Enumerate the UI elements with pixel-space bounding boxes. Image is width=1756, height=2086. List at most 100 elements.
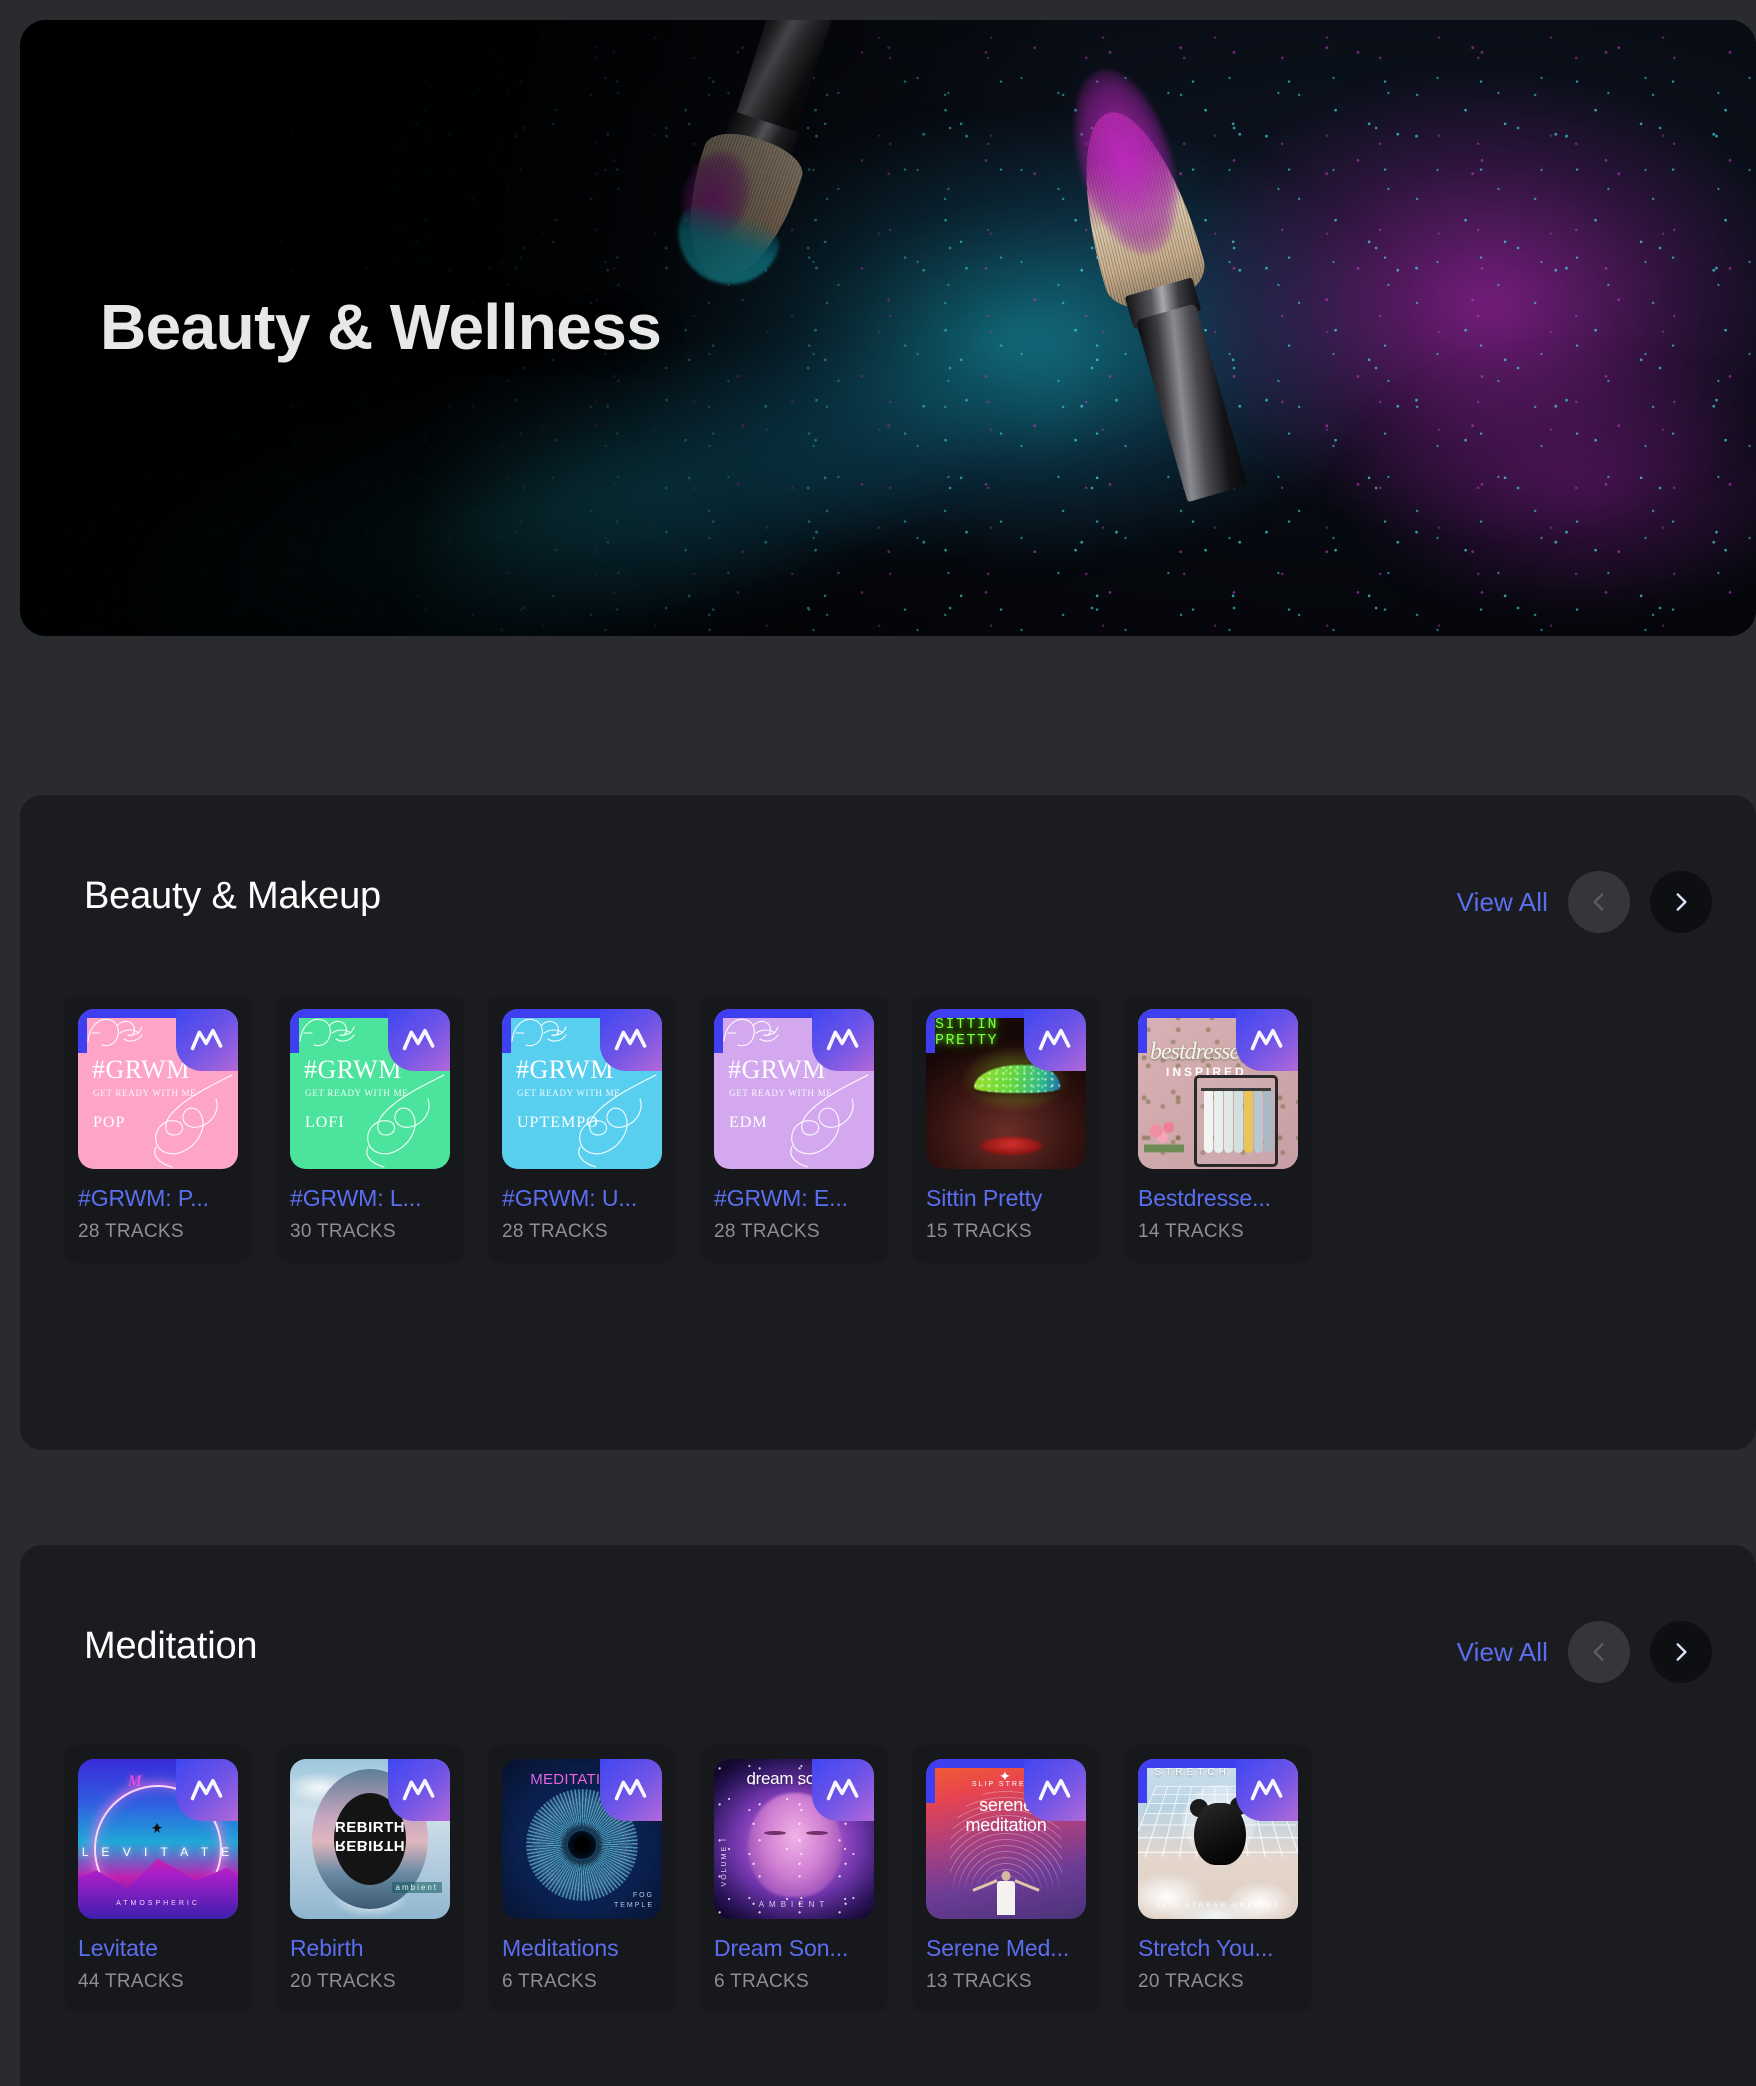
section-title: Beauty & Makeup xyxy=(84,875,381,917)
brand-logo-badge xyxy=(1236,1009,1298,1071)
musicbed-m-logo-icon xyxy=(1250,1778,1283,1801)
playlist-title: #GRWM: U... xyxy=(502,1185,638,1211)
section-beauty-makeup: Beauty & Makeup View All #GRWM GET READY … xyxy=(20,795,1756,1450)
playlist-title: Meditations xyxy=(502,1935,619,1961)
playlist-title: #GRWM: E... xyxy=(714,1185,848,1211)
playlist-title: Rebirth xyxy=(290,1935,364,1961)
page-root: Beauty & Wellness Beauty & Makeup View A… xyxy=(0,0,1756,2086)
hero-title: Beauty & Wellness xyxy=(100,291,662,363)
playlist-title: Stretch You... xyxy=(1138,1935,1274,1961)
musicbed-m-logo-icon xyxy=(614,1028,647,1051)
art-genre: POP xyxy=(93,1114,126,1131)
playlist-thumbnail[interactable]: STRETCH YOUR SLIP STREAM AMBIENT xyxy=(1138,1759,1298,1919)
playlist-track-count: 44 TRACKS xyxy=(78,1971,184,1992)
playlist-track-count: 28 TRACKS xyxy=(502,1221,608,1242)
playlist-card[interactable]: ML E V I T A T E ATMOSPHERIC Levitate 44 TR… xyxy=(64,1745,252,2013)
playlist-card[interactable]: STRETCH YOUR SLIP STREAM AMBIENT Stretch Y… xyxy=(1124,1745,1312,2013)
playlist-card[interactable]: #GRWM GET READY WITH ME LOFI #GRWM: L... 30 … xyxy=(276,995,464,1263)
playlist-track-count: 28 TRACKS xyxy=(78,1221,184,1242)
playlist-track-count: 14 TRACKS xyxy=(1138,1221,1244,1242)
art-title: SITTIN PRETTY xyxy=(935,1016,999,1049)
playlist-card[interactable]: bestdressed INSPIRED Bestdresse... 14 TRACK… xyxy=(1124,995,1312,1263)
art-subtitle: GET READY WITH ME xyxy=(517,1088,621,1098)
section-meditation: Meditation View All ML E V I T A T E ATMO… xyxy=(20,1545,1756,2086)
playlist-thumbnail[interactable]: #GRWM GET READY WITH ME EDM xyxy=(714,1009,874,1169)
playlist-card[interactable]: REBIRTH REBIRTH ambient Rebirth 20 TRACKS xyxy=(276,1745,464,2013)
card-carousel[interactable]: ML E V I T A T E ATMOSPHERIC Levitate 44 TR… xyxy=(20,1745,1756,2013)
playlist-track-count: 6 TRACKS xyxy=(502,1971,597,1992)
playlist-title: Serene Med... xyxy=(926,1935,1070,1961)
playlist-card[interactable]: #GRWM GET READY WITH ME EDM #GRWM: E... 28 T… xyxy=(700,995,888,1263)
art-title: #GRWM xyxy=(304,1055,402,1084)
art-genre: LOFI xyxy=(305,1114,345,1131)
chevron-right-icon xyxy=(1676,1643,1687,1661)
carousel-prev-button[interactable] xyxy=(1568,871,1630,933)
playlist-thumbnail[interactable]: ML E V I T A T E ATMOSPHERIC xyxy=(78,1759,238,1919)
playlist-title: Levitate xyxy=(78,1935,158,1961)
playlist-card[interactable]: #GRWM GET READY WITH ME POP #GRWM: P... 28 T… xyxy=(64,995,252,1263)
playlist-thumbnail[interactable]: dream songs VOLUME I AMBIENT xyxy=(714,1759,874,1919)
playlist-card[interactable]: dream songs VOLUME I AMBIENT Dream Son... 6 … xyxy=(700,1745,888,2013)
playlist-thumbnail[interactable]: bestdressed INSPIRED xyxy=(1138,1009,1298,1169)
brand-logo-badge xyxy=(1024,1009,1086,1071)
playlist-thumbnail[interactable]: MEDITATIONS FOG TEMPLE xyxy=(502,1759,662,1919)
playlist-title: Bestdresse... xyxy=(1138,1185,1271,1211)
playlist-thumbnail[interactable]: REBIRTH REBIRTH ambient xyxy=(290,1759,450,1919)
card-carousel[interactable]: #GRWM GET READY WITH ME POP #GRWM: P... 28 T… xyxy=(20,995,1756,1263)
carousel-next-button[interactable] xyxy=(1650,1621,1712,1683)
brand-logo-badge xyxy=(176,1009,238,1071)
musicbed-m-logo-icon xyxy=(1038,1028,1071,1051)
view-all-link[interactable]: View All xyxy=(1457,887,1548,918)
playlist-track-count: 6 TRACKS xyxy=(714,1971,809,1992)
playlist-thumbnail[interactable]: #GRWM GET READY WITH ME LOFI xyxy=(290,1009,450,1169)
carousel-next-button[interactable] xyxy=(1650,871,1712,933)
art-title: #GRWM xyxy=(516,1055,614,1084)
playlist-track-count: 20 TRACKS xyxy=(290,1971,396,1992)
playlist-card[interactable]: ✦ SLIP STREAM serene meditation Serene Med..… xyxy=(912,1745,1100,2013)
line-drawing-swirl-icon xyxy=(154,1074,233,1168)
art-subtitle: GET READY WITH ME xyxy=(729,1088,833,1098)
art-genre: AMBIENT xyxy=(758,1900,830,1909)
brand-logo-badge xyxy=(1024,1759,1086,1821)
playlist-thumbnail[interactable]: #GRWM GET READY WITH ME UPTEMPO xyxy=(502,1009,662,1169)
chevron-left-icon xyxy=(1593,893,1604,911)
playlist-card[interactable]: SITTIN PRETTY Sittin Pretty 15 TRACKS xyxy=(912,995,1100,1263)
section-controls: View All xyxy=(1457,871,1712,933)
art-subtitle: GET READY WITH ME xyxy=(93,1088,197,1098)
section-title: Meditation xyxy=(84,1625,258,1667)
playlist-track-count: 28 TRACKS xyxy=(714,1221,820,1242)
musicbed-m-logo-icon xyxy=(1038,1778,1071,1801)
playlist-card[interactable]: MEDITATIONS FOG TEMPLE Meditations 6 TRACKS xyxy=(488,1745,676,2013)
art-title: REBIRTH xyxy=(334,1819,406,1836)
line-drawing-swirl-icon xyxy=(366,1074,445,1168)
playlist-thumbnail[interactable]: SITTIN PRETTY xyxy=(926,1009,1086,1169)
musicbed-m-logo-icon xyxy=(826,1778,859,1801)
playlist-thumbnail[interactable]: ✦ SLIP STREAM serene meditation xyxy=(926,1759,1086,1919)
playlist-thumbnail[interactable]: #GRWM GET READY WITH ME POP xyxy=(78,1009,238,1169)
musicbed-m-logo-icon xyxy=(1250,1028,1283,1051)
view-all-link[interactable]: View All xyxy=(1457,1637,1548,1668)
playlist-card[interactable]: #GRWM GET READY WITH ME UPTEMPO #GRWM: U...… xyxy=(488,995,676,1263)
playlist-title: #GRWM: P... xyxy=(78,1185,209,1211)
musicbed-m-logo-icon xyxy=(826,1028,859,1051)
musicbed-m-logo-icon xyxy=(190,1778,223,1801)
playlist-track-count: 15 TRACKS xyxy=(926,1221,1032,1242)
playlist-track-count: 20 TRACKS xyxy=(1138,1971,1244,1992)
brand-logo-badge xyxy=(1236,1759,1298,1821)
playlist-track-count: 30 TRACKS xyxy=(290,1221,396,1242)
brand-logo-badge xyxy=(388,1759,450,1821)
chevron-right-icon xyxy=(1676,893,1687,911)
art-subtitle: VOLUME I xyxy=(721,1837,728,1887)
line-drawing-swirl-icon xyxy=(790,1074,869,1168)
musicbed-m-logo-icon xyxy=(402,1778,435,1801)
section-header: Meditation View All xyxy=(20,1545,1756,1745)
art-subtitle: ambient xyxy=(391,1882,442,1893)
playlist-title: #GRWM: L... xyxy=(290,1185,422,1211)
brand-logo-badge xyxy=(176,1759,238,1821)
musicbed-m-logo-icon xyxy=(614,1778,647,1801)
art-subtitle: FOG TEMPLE xyxy=(613,1892,654,1909)
art-title: L E V I T A T E xyxy=(81,1845,235,1859)
brand-logo-badge xyxy=(812,1009,874,1071)
carousel-prev-button[interactable] xyxy=(1568,1621,1630,1683)
section-controls: View All xyxy=(1457,1621,1712,1683)
